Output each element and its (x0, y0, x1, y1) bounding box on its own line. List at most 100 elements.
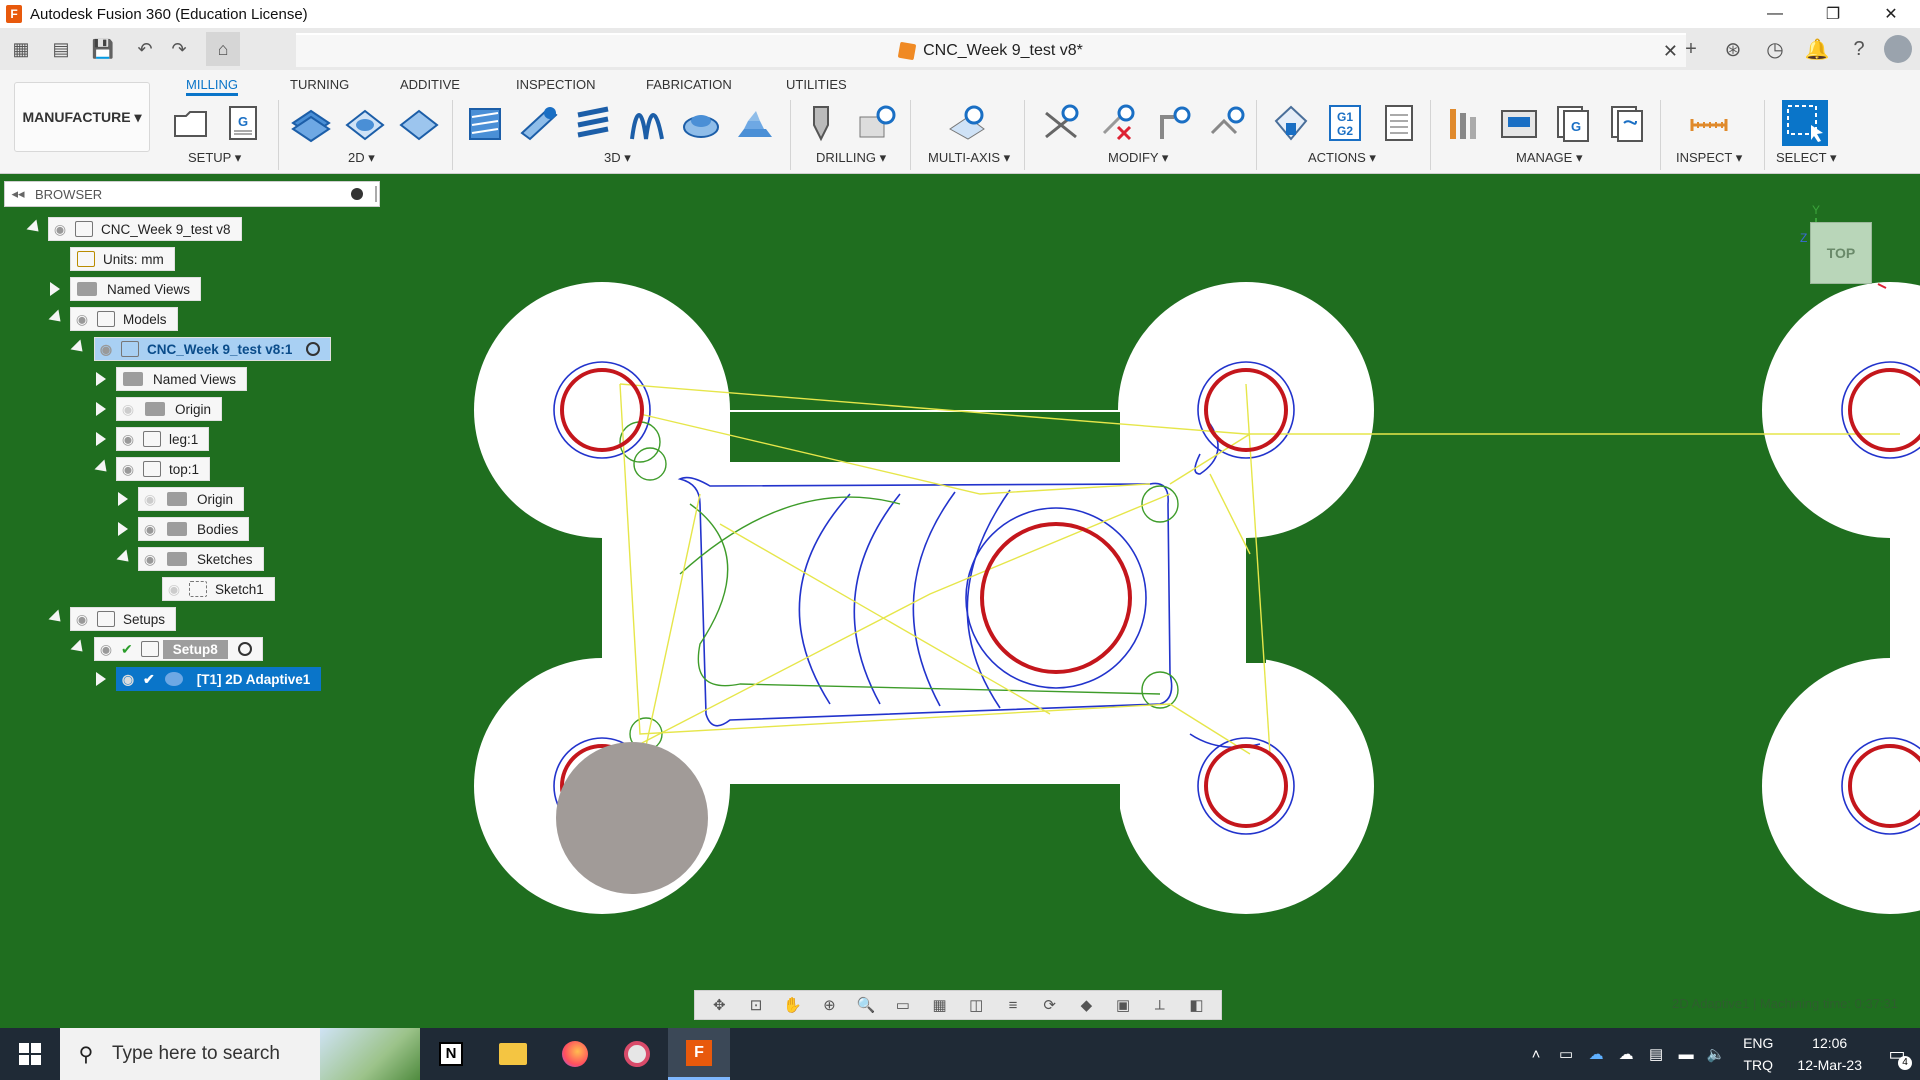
battery-icon[interactable]: ▬ (1671, 1046, 1701, 1063)
hidden-eye-icon[interactable]: ◉ (139, 491, 161, 508)
tab-milling[interactable]: MILLING (186, 74, 239, 96)
taskbar-file-explorer[interactable] (482, 1028, 544, 1080)
notifications-bell-icon[interactable]: 🔔 (1800, 32, 1834, 66)
contour-icon[interactable] (680, 102, 722, 144)
data-panel-grid-icon[interactable]: ▦ (4, 32, 38, 66)
visibility-eye-icon[interactable]: ◉ (117, 461, 139, 478)
tree-item-named-views[interactable]: Named Views (70, 277, 202, 301)
help-icon[interactable]: ? (1842, 32, 1876, 66)
new-folder-icon[interactable] (170, 102, 212, 144)
expand-toggle-icon[interactable] (118, 492, 128, 506)
hidden-eye-icon[interactable]: ◉ (117, 401, 139, 418)
visibility-eye-icon[interactable]: ◉ (117, 671, 139, 688)
visibility-eye-icon[interactable]: ◉ (95, 341, 117, 358)
onedrive-personal-icon[interactable]: ☁ (1611, 1045, 1641, 1063)
group-2d[interactable]: 2D ▾ (348, 150, 375, 166)
close-window-button[interactable]: ✕ (1862, 0, 1920, 28)
group-select[interactable]: SELECT ▾ (1776, 150, 1836, 166)
zoom-icon[interactable]: ⊕ (816, 994, 842, 1016)
stock-display-icon[interactable]: ◆ (1073, 994, 1099, 1016)
setup-sheet-icon[interactable] (1378, 102, 1420, 144)
meet-now-icon[interactable]: ▭ (1551, 1045, 1581, 1063)
group-multi-axis[interactable]: MULTI-AXIS ▾ (928, 150, 1010, 166)
home-icon[interactable]: ⌂ (206, 32, 240, 66)
orbit-icon[interactable]: ✥ (706, 994, 732, 1016)
template-library-icon[interactable] (1606, 102, 1648, 144)
tree-item-leg[interactable]: ◉ leg:1 (116, 427, 210, 451)
taskbar-firefox[interactable] (544, 1028, 606, 1080)
restore-button[interactable]: ❐ (1804, 0, 1862, 28)
workspace-switcher[interactable]: MANUFACTURE ▾ (14, 82, 150, 152)
grid-icon[interactable]: ▦ (927, 994, 953, 1016)
tree-item-setups[interactable]: ◉ Setups (70, 607, 177, 631)
tool-library-icon[interactable] (1444, 102, 1486, 144)
expand-toggle-icon[interactable] (96, 672, 106, 686)
browser-resize-handle[interactable] (375, 186, 377, 202)
tree-item-top[interactable]: ◉ top:1 (116, 457, 211, 481)
3d-adaptive-icon[interactable] (464, 102, 506, 144)
visibility-eye-icon[interactable]: ◉ (49, 221, 71, 238)
toolpath-display-icon[interactable]: ≡ (1000, 994, 1026, 1016)
group-drilling[interactable]: DRILLING ▾ (816, 150, 886, 166)
tree-item-model-component[interactable]: ◉ CNC_Week 9_test v8:1 (94, 337, 332, 361)
camera-icon[interactable]: ▣ (1110, 994, 1136, 1016)
nc-program-icon[interactable]: G (222, 102, 264, 144)
windows-start-button[interactable] (0, 1028, 60, 1080)
group-setup[interactable]: SETUP ▾ (188, 150, 241, 166)
notification-center-icon[interactable]: ▭ 4 (1874, 1044, 1920, 1070)
undo-icon[interactable]: ↶ (128, 32, 162, 66)
visibility-eye-icon[interactable]: ◉ (71, 311, 93, 328)
tree-item-root[interactable]: ◉ CNC_Week 9_test v8 (48, 217, 242, 241)
minimize-button[interactable]: — (1746, 0, 1804, 28)
refresh-icon[interactable]: ⟳ (1037, 994, 1063, 1016)
tab-utilities[interactable]: UTILITIES (786, 74, 847, 96)
machine-library-icon[interactable] (1498, 102, 1540, 144)
file-menu-icon[interactable]: ▤ (44, 32, 78, 66)
onedrive-icon[interactable]: ☁ (1581, 1045, 1611, 1063)
simulate-icon[interactable] (1270, 102, 1312, 144)
redo-icon[interactable]: ↷ (162, 32, 196, 66)
post-process-icon[interactable]: G1 G2 (1324, 102, 1366, 144)
clock[interactable]: 12:06 12-Mar-23 (1797, 1032, 1862, 1076)
edit-toolpath-icon[interactable] (1152, 102, 1194, 144)
tab-inspection[interactable]: INSPECTION (516, 74, 595, 96)
expand-toggle-icon[interactable] (50, 282, 60, 296)
input-language[interactable]: ENG TRQ (1743, 1032, 1773, 1076)
taskbar-search-box[interactable]: ⚲ Type here to search (60, 1028, 420, 1080)
group-manage[interactable]: MANAGE ▾ (1516, 150, 1582, 166)
visibility-eye-icon[interactable]: ◉ (95, 641, 117, 658)
visibility-eye-icon[interactable]: ◉ (139, 551, 161, 568)
parallel-icon[interactable] (626, 102, 668, 144)
tab-additive[interactable]: ADDITIVE (400, 74, 460, 96)
volume-icon[interactable]: 🔈 (1701, 1045, 1731, 1063)
expand-toggle-icon[interactable] (96, 402, 106, 416)
face-icon[interactable] (398, 102, 440, 144)
move-entry-icon[interactable] (1206, 102, 1248, 144)
activate-radio-icon[interactable] (237, 642, 252, 656)
scallop-icon[interactable] (734, 102, 776, 144)
fit-icon[interactable]: 🔍 (853, 994, 879, 1016)
multi-axis-icon[interactable] (946, 102, 988, 144)
visibility-eye-icon[interactable]: ◉ (117, 431, 139, 448)
tree-item-bodies[interactable]: ◉ Bodies (138, 517, 250, 541)
model-viewport[interactable]: Y Z (0, 174, 1920, 1028)
tree-item-named-views-2[interactable]: Named Views (116, 367, 248, 391)
3d-pocket-icon[interactable] (518, 102, 560, 144)
trim-toolpath-icon[interactable] (1040, 102, 1082, 144)
tree-item-top-origin[interactable]: ◉ Origin (138, 487, 245, 511)
browser-options-icon[interactable] (351, 188, 363, 200)
extensions-icon[interactable]: ⊛ (1716, 32, 1750, 66)
tree-item-models[interactable]: ◉ Models (70, 307, 178, 331)
display-settings-icon[interactable]: ▭ (890, 994, 916, 1016)
tree-item-units[interactable]: Units: mm (70, 247, 175, 271)
group-3d[interactable]: 3D ▾ (604, 150, 631, 166)
simulation-display-icon[interactable]: ◧ (1183, 994, 1209, 1016)
tab-fabrication[interactable]: FABRICATION (646, 74, 732, 96)
delete-toolpath-icon[interactable] (1096, 102, 1138, 144)
group-actions[interactable]: ACTIONS ▾ (1308, 150, 1376, 166)
measure-icon[interactable] (1688, 102, 1730, 144)
tab-turning[interactable]: TURNING (290, 74, 349, 96)
tree-item-origin[interactable]: ◉ Origin (116, 397, 223, 421)
viewcube-top-face[interactable]: TOP (1810, 222, 1872, 284)
expand-toggle-icon[interactable] (96, 372, 106, 386)
